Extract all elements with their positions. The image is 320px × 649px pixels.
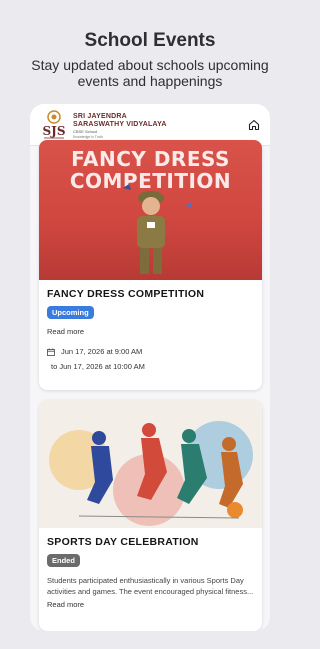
event-end-date: to Jun 17, 2026 at 10:00 AM (51, 362, 145, 371)
promo-title: School Events (84, 30, 216, 51)
event-description: Students participated enthusiastically i… (47, 576, 254, 596)
fancy-dress-image: FANCY DRESS COMPETITION (39, 140, 262, 280)
event-card-sports-day[interactable]: SPORTS DAY CELEBRATION Ended Students pa… (39, 400, 262, 631)
phone-frame: SJS SRI JAYENDRA SARASWATHY VIDYALAYA CB… (30, 104, 270, 631)
event-dates: Jun 17, 2026 at 9:00 AM to Jun 17, 2026 … (47, 344, 254, 374)
school-logo-icon: SJS (42, 110, 66, 139)
status-badge: Upcoming (47, 306, 94, 319)
calendar-icon (47, 348, 55, 356)
school-name-line1: SRI JAYENDRA (73, 113, 127, 120)
read-more-link[interactable]: Read more (47, 600, 254, 609)
home-icon[interactable] (248, 119, 260, 131)
school-name-line2: SARASWATHY VIDYALAYA (73, 121, 167, 128)
sports-day-image (39, 400, 262, 528)
sports-illustration (49, 421, 253, 526)
status-badge: Ended (47, 554, 80, 567)
event-title: SPORTS DAY CELEBRATION (47, 536, 199, 548)
event-card-fancy-dress[interactable]: FANCY DRESS COMPETITION FANCY DRESS COMP… (39, 140, 262, 390)
svg-text:SJS: SJS (42, 124, 65, 138)
event-start-date: Jun 17, 2026 at 9:00 AM (61, 347, 143, 356)
child-costume-illustration (123, 184, 192, 274)
read-more-link[interactable]: Read more (47, 327, 254, 336)
event-title: FANCY DRESS COMPETITION (47, 288, 205, 300)
school-name: SRI JAYENDRA SARASWATHY VIDYALAYA CBSE S… (73, 113, 167, 140)
promo-subtitle: Stay updated about schools upcoming even… (31, 57, 269, 89)
